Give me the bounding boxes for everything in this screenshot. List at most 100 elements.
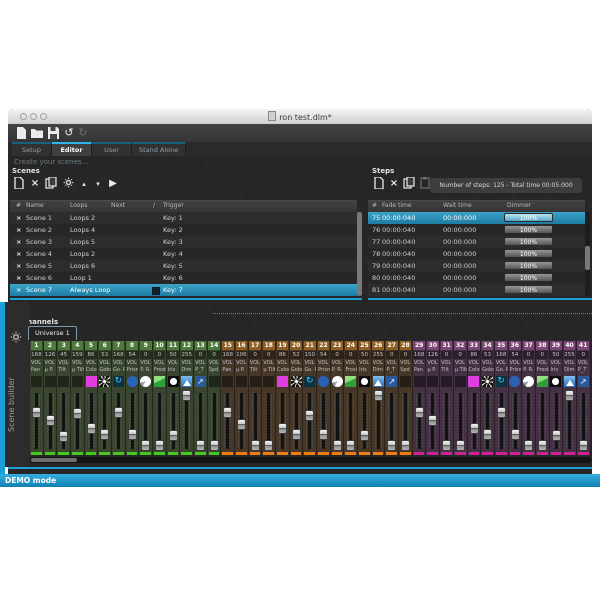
- fader-handle[interactable]: [483, 429, 492, 440]
- fader-handle[interactable]: [470, 423, 479, 434]
- scenes-scrollbar[interactable]: [357, 212, 362, 296]
- channel-fader[interactable]: [454, 390, 467, 450]
- channel-fader[interactable]: [139, 390, 152, 450]
- scene-row[interactable]: ×Scene 6Loop 1Key: 6: [10, 272, 357, 284]
- channel-fader[interactable]: [372, 390, 385, 450]
- channel-fader[interactable]: [126, 390, 139, 450]
- channel-fader[interactable]: [290, 390, 303, 450]
- channel-fader[interactable]: [249, 390, 262, 450]
- channel-fader[interactable]: [167, 390, 180, 450]
- fader-handle[interactable]: [374, 390, 383, 401]
- channel-fader[interactable]: [208, 390, 221, 450]
- step-row[interactable]: 7800:00:04000:00:000100%: [368, 248, 585, 260]
- channel-fader[interactable]: [426, 390, 439, 450]
- tab-stand-alone[interactable]: Stand Alone: [132, 142, 186, 156]
- step-dimmer-button[interactable]: 100%: [504, 237, 553, 246]
- scene-edit-checkbox[interactable]: [152, 287, 160, 295]
- step-row[interactable]: 7700:00:04000:00:000100%: [368, 236, 585, 248]
- channel-fader[interactable]: [57, 390, 70, 450]
- fader-handle[interactable]: [552, 430, 561, 441]
- scene-row[interactable]: ×Scene 7Always LoopKey: 7: [10, 284, 357, 296]
- step-row[interactable]: 8000:00:04000:00:000100%: [368, 272, 585, 284]
- step-row[interactable]: 7600:00:04000:00:000100%: [368, 224, 585, 236]
- fader-handle[interactable]: [319, 429, 328, 440]
- channel-fader[interactable]: [194, 390, 207, 450]
- fader-handle[interactable]: [141, 440, 150, 451]
- scene-row[interactable]: ×Scene 1Loops 2Key: 1: [10, 212, 357, 224]
- fader-handle[interactable]: [456, 440, 465, 451]
- channel-fader[interactable]: [536, 390, 549, 450]
- fader-handle[interactable]: [210, 440, 219, 451]
- channel-fader[interactable]: [98, 390, 111, 450]
- channel-fader[interactable]: [180, 390, 193, 450]
- fader-handle[interactable]: [428, 415, 437, 426]
- fader-handle[interactable]: [237, 419, 246, 430]
- fader-handle[interactable]: [114, 407, 123, 418]
- tab-editor[interactable]: Editor: [52, 142, 92, 156]
- channel-fader[interactable]: [112, 390, 125, 450]
- fader-handle[interactable]: [73, 408, 82, 419]
- channels-settings-gear-icon[interactable]: [10, 328, 22, 340]
- fader-handle[interactable]: [87, 423, 96, 434]
- tab-universe-1[interactable]: Universe 1: [28, 326, 77, 340]
- steps-scrollbar[interactable]: [585, 212, 590, 296]
- fader-handle[interactable]: [264, 440, 273, 451]
- scene-row[interactable]: ×Scene 5Loops 6Key: 5: [10, 260, 357, 272]
- channel-fader[interactable]: [276, 390, 289, 450]
- step-row[interactable]: 7500:00:04000:00:000100%: [368, 212, 585, 224]
- channel-fader[interactable]: [358, 390, 371, 450]
- fader-handle[interactable]: [538, 440, 547, 451]
- channel-fader[interactable]: [577, 390, 590, 450]
- fader-handle[interactable]: [401, 440, 410, 451]
- channel-fader[interactable]: [522, 390, 535, 450]
- fader-handle[interactable]: [305, 410, 314, 421]
- fader-handle[interactable]: [155, 440, 164, 451]
- channel-fader[interactable]: [71, 390, 84, 450]
- redo-icon[interactable]: ↻: [76, 126, 90, 140]
- scene-row[interactable]: ×Scene 3Loops 5Key: 3: [10, 236, 357, 248]
- fader-handle[interactable]: [333, 440, 342, 451]
- fader-handle[interactable]: [524, 440, 533, 451]
- fader-handle[interactable]: [579, 440, 588, 451]
- fader-handle[interactable]: [511, 429, 520, 440]
- tab-setup[interactable]: Setup: [12, 142, 52, 156]
- channel-fader[interactable]: [344, 390, 357, 450]
- fader-handle[interactable]: [442, 440, 451, 451]
- new-file-icon[interactable]: [14, 126, 28, 140]
- channel-fader[interactable]: [413, 390, 426, 450]
- fader-handle[interactable]: [182, 390, 191, 401]
- channel-fader[interactable]: [30, 390, 43, 450]
- channel-fader[interactable]: [563, 390, 576, 450]
- step-row[interactable]: 7900:00:04000:00:000100%: [368, 260, 585, 272]
- fader-handle[interactable]: [565, 390, 574, 401]
- channel-fader[interactable]: [85, 390, 98, 450]
- fader-handle[interactable]: [278, 423, 287, 434]
- fader-handle[interactable]: [292, 429, 301, 440]
- channel-fader[interactable]: [303, 390, 316, 450]
- channel-fader[interactable]: [385, 390, 398, 450]
- fader-handle[interactable]: [497, 407, 506, 418]
- step-dimmer-button[interactable]: 100%: [504, 285, 553, 294]
- fader-handle[interactable]: [346, 440, 355, 451]
- fader-handle[interactable]: [46, 415, 55, 426]
- step-dimmer-button[interactable]: 100%: [504, 261, 553, 270]
- tab-user[interactable]: User: [92, 142, 132, 156]
- open-file-icon[interactable]: [30, 126, 44, 140]
- fader-handle[interactable]: [32, 407, 41, 418]
- channel-fader[interactable]: [235, 390, 248, 450]
- fader-handle[interactable]: [128, 429, 137, 440]
- channel-fader[interactable]: [550, 390, 563, 450]
- fader-handle[interactable]: [415, 407, 424, 418]
- fader-handle[interactable]: [360, 430, 369, 441]
- step-dimmer-button[interactable]: 100%: [504, 273, 553, 282]
- channel-fader[interactable]: [221, 390, 234, 450]
- fader-handle[interactable]: [223, 407, 232, 418]
- channel-fader[interactable]: [509, 390, 522, 450]
- step-row[interactable]: 8100:00:04000:00:000100%: [368, 284, 585, 296]
- undo-icon[interactable]: ↺: [62, 126, 76, 140]
- channel-fader[interactable]: [44, 390, 57, 450]
- channel-fader[interactable]: [481, 390, 494, 450]
- scrollbar-thumb[interactable]: [31, 458, 77, 462]
- channel-fader[interactable]: [495, 390, 508, 450]
- fader-handle[interactable]: [100, 429, 109, 440]
